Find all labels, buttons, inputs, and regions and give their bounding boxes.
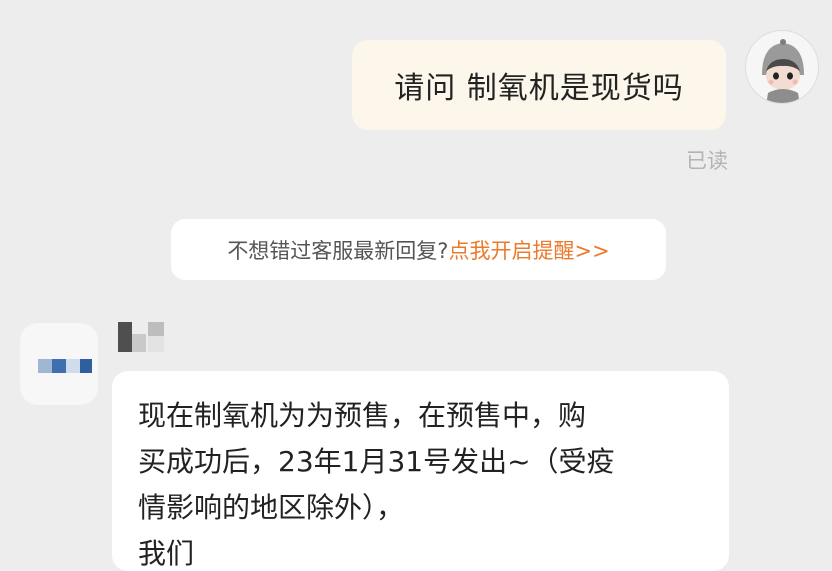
enable-reminder-link[interactable]: 点我开启提醒>> bbox=[448, 235, 609, 265]
message-line: 现在制氧机为为预售，在预售中，购 bbox=[138, 399, 587, 432]
agent-avatar[interactable] bbox=[20, 323, 98, 405]
message-line: 情影响的地区除外）， bbox=[138, 491, 405, 524]
outgoing-message-bubble[interactable]: 请问 制氧机是现货吗 bbox=[352, 40, 726, 130]
message-line: 我们 bbox=[138, 537, 195, 570]
pixel-block bbox=[132, 334, 146, 352]
pixel-block bbox=[148, 322, 164, 336]
tip-text: 不想错过客服最新回复? bbox=[227, 238, 449, 263]
message-line: 买成功后，23年1月31号发出~（受疫 bbox=[138, 445, 615, 478]
user-avatar[interactable] bbox=[745, 30, 819, 104]
read-status: 已读 bbox=[686, 149, 728, 173]
pixel-block bbox=[148, 336, 164, 352]
pixel-block bbox=[66, 359, 80, 373]
pixel-block bbox=[118, 322, 132, 352]
incoming-message-bubble[interactable]: 现在制氧机为为预售，在预售中，购 买成功后，23年1月31号发出~（受疫 情影响… bbox=[112, 371, 729, 571]
pixel-block bbox=[80, 359, 92, 373]
outgoing-message-text: 请问 制氧机是现货吗 bbox=[394, 71, 684, 106]
agent-name-pixelated bbox=[118, 322, 170, 356]
pixel-block bbox=[52, 359, 66, 373]
pixel-block bbox=[38, 359, 52, 373]
cartoon-character-icon bbox=[762, 39, 804, 103]
notification-tip: 不想错过客服最新回复? 点我开启提醒>> bbox=[171, 219, 666, 280]
